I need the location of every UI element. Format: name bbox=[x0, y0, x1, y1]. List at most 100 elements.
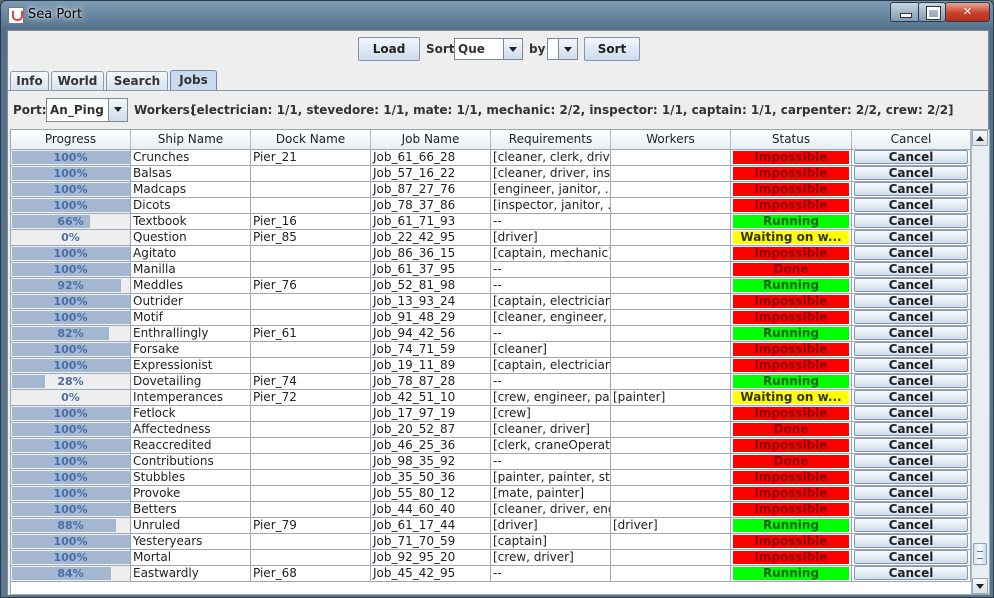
tab-search[interactable]: Search bbox=[106, 71, 168, 90]
table-row[interactable]: 100% Agitato Job_86_36_15 [captain, mechani… bbox=[11, 246, 971, 262]
column-header-job-name[interactable]: Job Name bbox=[371, 130, 491, 149]
scroll-down-arrow-icon[interactable] bbox=[972, 578, 988, 594]
table-row[interactable]: 28% Dovetailing Pier_74 Job_78_87_28 -- Runni… bbox=[11, 374, 971, 390]
chevron-down-icon[interactable] bbox=[108, 99, 127, 121]
cancel-job-button[interactable]: Cancel bbox=[854, 262, 968, 276]
cancel-job-button[interactable]: Cancel bbox=[854, 422, 968, 436]
table-row[interactable]: 66% Textbook Pier_16 Job_61_71_93 -- Running C… bbox=[11, 214, 971, 230]
table-row[interactable]: 100% Provoke Job_55_80_12 [mate, painter] Im… bbox=[11, 486, 971, 502]
column-header-requirements[interactable]: Requirements bbox=[491, 130, 611, 149]
table-row[interactable]: 0% Question Pier_85 Job_22_42_95 [driver] Wai… bbox=[11, 230, 971, 246]
job-name-cell: Job_44_60_40 bbox=[371, 502, 491, 518]
cancel-job-button[interactable]: Cancel bbox=[854, 454, 968, 468]
load-button[interactable]: Load bbox=[358, 37, 420, 61]
table-row[interactable]: 100% Contributions Job_98_35_92 -- Done Cance… bbox=[11, 454, 971, 470]
column-header-workers[interactable]: Workers bbox=[611, 130, 731, 149]
cancel-job-button[interactable]: Cancel bbox=[854, 390, 968, 404]
table-row[interactable]: 100% Balsas Job_57_16_22 [cleaner, driver, … bbox=[11, 166, 971, 182]
cancel-job-button[interactable]: Cancel bbox=[854, 406, 968, 420]
table-row[interactable]: 100% Manilla Job_61_37_95 -- Done Cancel bbox=[11, 262, 971, 278]
column-header-ship-name[interactable]: Ship Name bbox=[131, 130, 251, 149]
cancel-job-button[interactable]: Cancel bbox=[854, 166, 968, 180]
close-button[interactable]: ✕ bbox=[945, 2, 990, 22]
table-row[interactable]: 100% Madcaps Job_87_27_76 [engineer, janito… bbox=[11, 182, 971, 198]
cancel-cell: Cancel bbox=[852, 230, 971, 246]
table-row[interactable]: 100% Reaccredited Job_46_25_36 [clerk, cran… bbox=[11, 438, 971, 454]
job-name-cell: Job_35_50_36 bbox=[371, 470, 491, 486]
tab-world[interactable]: World bbox=[51, 71, 104, 90]
requirements-cell: -- bbox=[491, 326, 611, 342]
workers-cell bbox=[611, 534, 731, 550]
chevron-down-icon[interactable] bbox=[503, 39, 522, 59]
cancel-job-button[interactable]: Cancel bbox=[854, 374, 968, 388]
dock-name-cell bbox=[251, 486, 371, 502]
cancel-job-button[interactable]: Cancel bbox=[854, 550, 968, 564]
minimize-button[interactable] bbox=[890, 2, 920, 22]
table-row[interactable]: 0% Intemperances Pier_72 Job_42_51_10 [crew,… bbox=[11, 390, 971, 406]
table-row[interactable]: 100% Forsake Job_74_71_59 [cleaner] Impossib… bbox=[11, 342, 971, 358]
column-header-progress[interactable]: Progress bbox=[11, 130, 131, 149]
sort-button[interactable]: Sort bbox=[584, 37, 640, 61]
sort-order-select[interactable] bbox=[547, 38, 578, 60]
cancel-job-button[interactable]: Cancel bbox=[854, 278, 968, 292]
port-select[interactable]: An_Ping bbox=[46, 98, 128, 122]
cancel-job-button[interactable]: Cancel bbox=[854, 518, 968, 532]
cancel-job-button[interactable]: Cancel bbox=[854, 486, 968, 500]
progress-label: 100% bbox=[53, 247, 88, 260]
table-row[interactable]: 100% Mortal Job_92_95_20 [crew, driver] Impo… bbox=[11, 550, 971, 566]
table-row[interactable]: 84% Eastwardly Pier_68 Job_45_42_95 -- Runnin… bbox=[11, 566, 971, 582]
table-row[interactable]: 100% Fetlock Job_17_97_19 [crew] Impossible C… bbox=[11, 406, 971, 422]
status-badge: Running bbox=[731, 278, 852, 294]
cancel-job-button[interactable]: Cancel bbox=[854, 182, 968, 196]
cancel-job-button[interactable]: Cancel bbox=[854, 534, 968, 548]
column-header-cancel[interactable]: Cancel bbox=[852, 130, 971, 149]
table-row[interactable]: 100% Dicots Job_78_37_86 [inspector, janito… bbox=[11, 198, 971, 214]
cancel-job-button[interactable]: Cancel bbox=[854, 502, 968, 516]
scrollbar-thumb[interactable] bbox=[973, 543, 987, 565]
maximize-button[interactable] bbox=[918, 2, 946, 22]
cancel-job-button[interactable]: Cancel bbox=[854, 150, 968, 164]
dock-name-cell: Pier_21 bbox=[251, 150, 371, 166]
cancel-job-button[interactable]: Cancel bbox=[854, 230, 968, 244]
chevron-down-icon[interactable] bbox=[558, 39, 577, 59]
title-bar[interactable]: Sea Port ✕ bbox=[1, 1, 993, 29]
table-row[interactable]: 100% Motif Job_91_48_29 [cleaner, engineer,… bbox=[11, 310, 971, 326]
sort-field-select[interactable]: Que bbox=[454, 38, 523, 60]
cancel-job-button[interactable]: Cancel bbox=[854, 342, 968, 356]
table-row[interactable]: 92% Meddles Pier_76 Job_52_81_98 -- Running Ca… bbox=[11, 278, 971, 294]
table-row[interactable]: 100% Stubbles Job_35_50_36 [painter, painte… bbox=[11, 470, 971, 486]
table-row[interactable]: 100% Expressionist Job_19_11_89 [captain, e… bbox=[11, 358, 971, 374]
table-row[interactable]: 100% Yesteryears Job_71_70_59 [captain] Impo… bbox=[11, 534, 971, 550]
table-row[interactable]: 100% Betters Job_44_60_40 [cleaner, driver,… bbox=[11, 502, 971, 518]
tab-info[interactable]: Info bbox=[10, 71, 49, 90]
workers-cell bbox=[611, 246, 731, 262]
cancel-job-button[interactable]: Cancel bbox=[854, 198, 968, 212]
table-row[interactable]: 88% Unruled Pier_79 Job_61_17_44 [driver] [dr… bbox=[11, 518, 971, 534]
cancel-job-button[interactable]: Cancel bbox=[854, 438, 968, 452]
cancel-job-button[interactable]: Cancel bbox=[854, 470, 968, 484]
scroll-up-arrow-icon[interactable] bbox=[972, 130, 988, 146]
cancel-job-button[interactable]: Cancel bbox=[854, 566, 968, 580]
cancel-job-button[interactable]: Cancel bbox=[854, 294, 968, 308]
job-name-cell: Job_78_37_86 bbox=[371, 198, 491, 214]
cancel-job-button[interactable]: Cancel bbox=[854, 214, 968, 228]
tab-jobs[interactable]: Jobs bbox=[170, 70, 217, 90]
dock-name-cell bbox=[251, 166, 371, 182]
workers-cell bbox=[611, 438, 731, 454]
status-badge: Impossible bbox=[731, 406, 852, 422]
cancel-job-button[interactable]: Cancel bbox=[854, 326, 968, 340]
table-row[interactable]: 82% Enthrallingly Pier_61 Job_94_42_56 -- Run… bbox=[11, 326, 971, 342]
cancel-job-button[interactable]: Cancel bbox=[854, 246, 968, 260]
cancel-job-button[interactable]: Cancel bbox=[854, 310, 968, 324]
cancel-job-button[interactable]: Cancel bbox=[854, 358, 968, 372]
job-name-cell: Job_42_51_10 bbox=[371, 390, 491, 406]
job-name-cell: Job_91_48_29 bbox=[371, 310, 491, 326]
column-header-status[interactable]: Status bbox=[731, 130, 852, 149]
column-header-dock-name[interactable]: Dock Name bbox=[251, 130, 371, 149]
vertical-scrollbar[interactable] bbox=[971, 130, 989, 594]
table-row[interactable]: 100% Crunches Pier_21 Job_61_66_28 [cleaner,… bbox=[11, 150, 971, 166]
table-row[interactable]: 100% Affectedness Job_20_52_87 [cleaner, dr… bbox=[11, 422, 971, 438]
dock-name-cell bbox=[251, 438, 371, 454]
table-row[interactable]: 100% Outrider Job_13_93_24 [captain, electr… bbox=[11, 294, 971, 310]
dock-name-cell bbox=[251, 310, 371, 326]
